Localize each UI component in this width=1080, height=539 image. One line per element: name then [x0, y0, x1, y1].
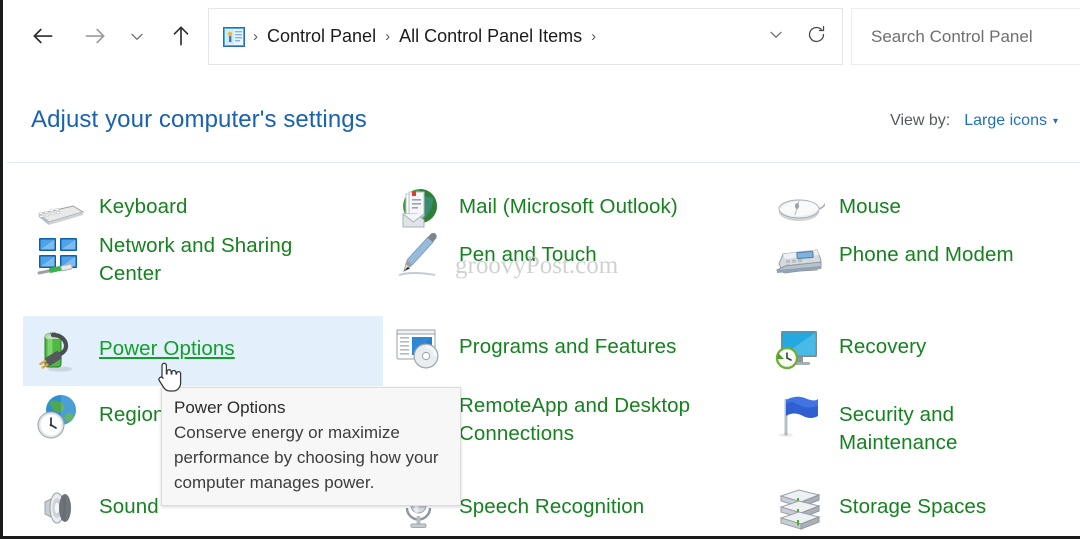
- forward-button[interactable]: [73, 14, 117, 58]
- control-panel-item-label: Speech Recognition: [459, 495, 645, 518]
- content-header: Adjust your computer's settings View by:…: [3, 74, 1080, 162]
- control-panel-window: › Control Panel › All Control Panel Item…: [0, 0, 1080, 539]
- back-arrow-icon: [30, 23, 56, 49]
- control-panel-item[interactable]: Network and Sharing Center: [23, 224, 300, 294]
- control-panel-item-label: Network and Sharing Center: [99, 234, 293, 285]
- address-history-button[interactable]: [756, 17, 796, 57]
- control-panel-item-label: Recovery: [839, 335, 927, 358]
- control-panel-item-label: Keyboard: [99, 195, 188, 218]
- view-by-control[interactable]: View by: Large icons ▾: [890, 112, 1058, 130]
- control-panel-item-label: Mail (Microsoft Outlook): [459, 195, 678, 218]
- tooltip-body: Conserve energy or maximize performance …: [174, 423, 439, 492]
- toolbar: › Control Panel › All Control Panel Item…: [3, 0, 1080, 74]
- chevron-down-icon: [127, 26, 147, 46]
- breadcrumb-separator-0: ›: [253, 28, 258, 45]
- control-panel-item[interactable]: Pen and Touch: [383, 224, 605, 288]
- breadcrumb-all-control-panel-items[interactable]: All Control Panel Items: [394, 23, 587, 50]
- security-maintenance-icon: [773, 390, 825, 442]
- view-by-label: View by:: [890, 112, 951, 129]
- tooltip: Power Options Conserve energy or maximiz…: [161, 387, 461, 506]
- page-title: Adjust your computer's settings: [31, 106, 367, 133]
- network-sharing-icon: [33, 230, 85, 282]
- view-by-value[interactable]: Large icons: [964, 112, 1047, 130]
- search-input[interactable]: [869, 25, 1080, 48]
- control-panel-item-label: Sound: [99, 495, 159, 518]
- control-panel-item-label: Mouse: [839, 195, 902, 218]
- control-panel-item-label: Storage Spaces: [839, 495, 987, 518]
- control-panel-item-label: Phone and Modem: [839, 243, 1014, 266]
- recovery-icon: [773, 322, 825, 374]
- control-panel-item-label: Pen and Touch: [459, 243, 597, 266]
- tooltip-title: Power Options: [174, 398, 286, 417]
- refresh-icon: [806, 24, 827, 50]
- address-bar[interactable]: › Control Panel › All Control Panel Item…: [208, 8, 843, 65]
- phone-modem-icon: [773, 230, 825, 282]
- control-panel-item[interactable]: Phone and Modem: [763, 224, 1022, 288]
- control-panel-icon: [223, 26, 245, 47]
- control-panel-item-label: Programs and Features: [459, 335, 677, 358]
- control-panel-item-label: RemoteApp and Desktop Connections: [459, 394, 691, 445]
- up-arrow-icon: [168, 23, 194, 49]
- storage-spaces-icon: [773, 482, 825, 534]
- chevron-down-icon[interactable]: ▾: [1053, 116, 1058, 127]
- forward-arrow-icon: [82, 23, 108, 49]
- programs-features-icon: [393, 322, 445, 374]
- up-button[interactable]: [159, 14, 203, 58]
- chevron-down-icon: [766, 24, 786, 49]
- control-panel-item-label: Security and Maintenance: [839, 403, 958, 454]
- region-icon: [33, 390, 85, 442]
- refresh-button[interactable]: [796, 17, 836, 57]
- control-panel-item-label: Power Options: [99, 337, 235, 360]
- header-divider: [7, 162, 1080, 163]
- control-panel-item[interactable]: Power Options: [23, 316, 383, 386]
- breadcrumb-separator-2: ›: [591, 28, 597, 45]
- control-panel-item[interactable]: Storage Spaces: [763, 476, 994, 536]
- control-panel-item[interactable]: Recovery: [763, 316, 934, 380]
- breadcrumb-control-panel[interactable]: Control Panel: [262, 23, 381, 50]
- control-panel-item[interactable]: Security and Maintenance: [763, 384, 1080, 463]
- recent-locations-button[interactable]: [115, 14, 159, 58]
- sound-icon: [33, 482, 85, 534]
- power-options-icon: [33, 324, 85, 376]
- control-panel-item[interactable]: Programs and Features: [383, 316, 684, 380]
- back-button[interactable]: [21, 14, 65, 58]
- pen-touch-icon: [393, 230, 445, 282]
- search-box[interactable]: [851, 8, 1080, 65]
- breadcrumb-separator-1: ›: [385, 28, 391, 45]
- control-panel-item-label: Region: [99, 403, 165, 426]
- control-panel-item[interactable]: Sound: [23, 476, 167, 536]
- control-panel-item[interactable]: Region: [23, 384, 173, 448]
